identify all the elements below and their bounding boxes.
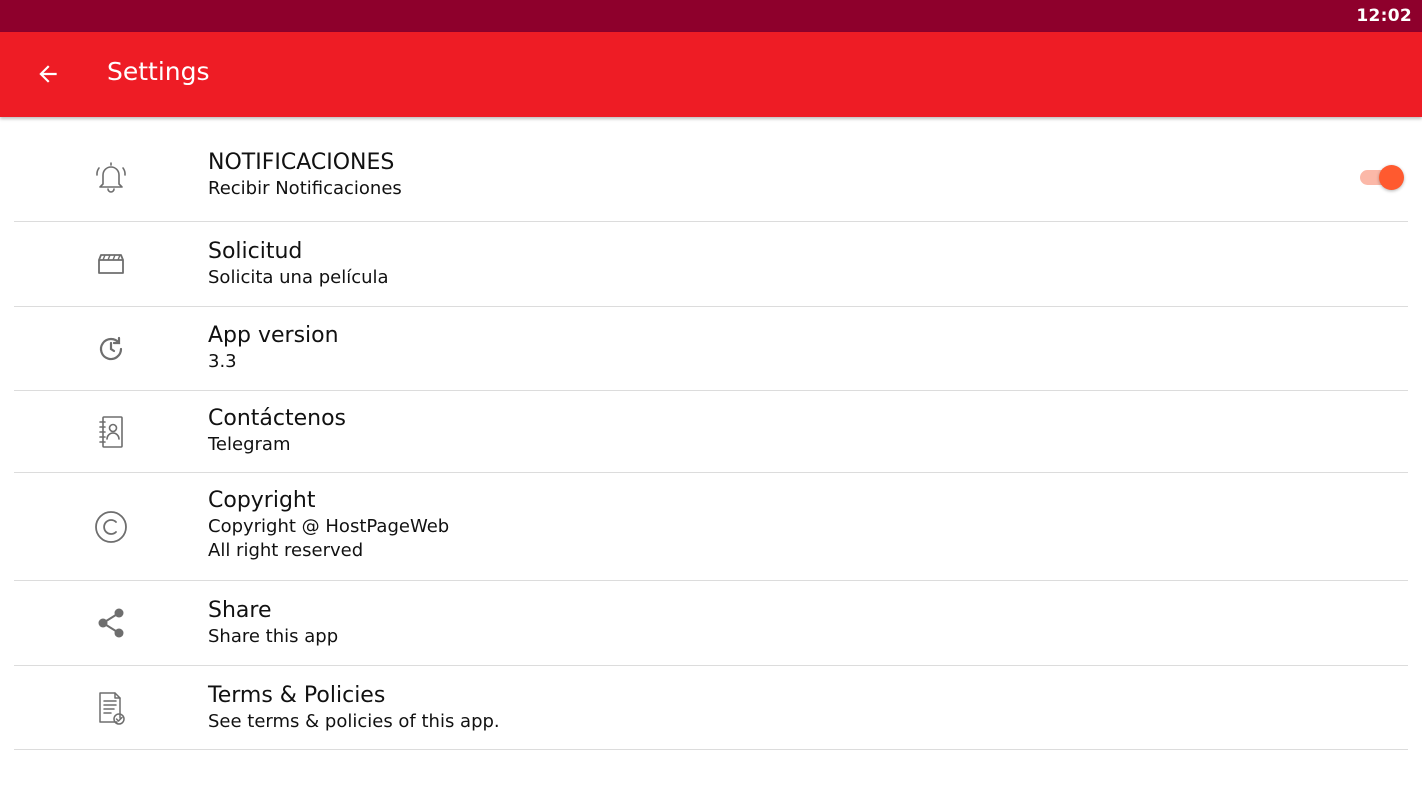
contact-book-icon	[91, 412, 131, 452]
setting-row-solicitud[interactable]: Solicitud Solicita una película	[14, 222, 1408, 307]
setting-text: Contáctenos Telegram	[208, 405, 346, 457]
setting-title: Solicitud	[208, 239, 303, 264]
status-time: 12:02	[1356, 6, 1412, 26]
setting-text: NOTIFICACIONES Recibir Notificaciones	[208, 149, 402, 201]
settings-list: NOTIFICACIONES Recibir Notificaciones So…	[14, 137, 1408, 750]
setting-title: App version	[208, 323, 339, 348]
arrow-back-icon	[39, 65, 57, 83]
setting-subtitle: Telegram	[208, 434, 291, 455]
setting-title: NOTIFICACIONES	[208, 150, 395, 175]
setting-subtitle: Share this app	[208, 626, 339, 647]
page-title: Settings	[107, 57, 210, 86]
setting-subtitle: Solicita una película	[208, 267, 389, 288]
setting-title: Contáctenos	[208, 406, 346, 431]
notifications-toggle[interactable]	[1356, 165, 1404, 190]
bell-icon	[91, 157, 131, 197]
setting-row-copyright[interactable]: Copyright Copyright @ HostPageWeb All ri…	[14, 473, 1408, 581]
setting-subtitle: Recibir Notificaciones	[208, 178, 402, 199]
setting-text: Share Share this app	[208, 597, 338, 649]
setting-row-share[interactable]: Share Share this app	[14, 581, 1408, 666]
setting-subtitle: 3.3	[208, 351, 237, 372]
copyright-icon	[91, 507, 131, 547]
setting-row-contact[interactable]: Contáctenos Telegram	[14, 391, 1408, 473]
share-icon	[91, 603, 131, 643]
status-bar: 12:02	[0, 0, 1422, 32]
movie-clapper-icon	[91, 244, 131, 284]
setting-text: Copyright Copyright @ HostPageWeb All ri…	[208, 487, 449, 563]
setting-text: App version 3.3	[208, 322, 339, 374]
back-button[interactable]	[24, 52, 72, 96]
setting-title: Terms & Policies	[208, 683, 386, 708]
setting-row-terms[interactable]: Terms & Policies See terms & policies of…	[14, 666, 1408, 750]
setting-subtitle: Copyright @ HostPageWeb	[208, 516, 450, 537]
update-clock-icon	[91, 328, 131, 368]
setting-row-app-version[interactable]: App version 3.3	[14, 307, 1408, 391]
setting-title: Share	[208, 598, 272, 623]
setting-subtitle: See terms & policies of this app.	[208, 711, 500, 732]
terms-document-icon	[91, 688, 131, 728]
setting-text: Solicitud Solicita una película	[208, 238, 389, 290]
setting-text: Terms & Policies See terms & policies of…	[208, 682, 500, 734]
setting-title: Copyright	[208, 488, 316, 513]
toggle-thumb	[1379, 165, 1404, 190]
setting-row-notifications[interactable]: NOTIFICACIONES Recibir Notificaciones	[14, 137, 1408, 222]
setting-subtitle-2: All right reserved	[208, 540, 364, 561]
app-bar: Settings	[0, 32, 1422, 117]
